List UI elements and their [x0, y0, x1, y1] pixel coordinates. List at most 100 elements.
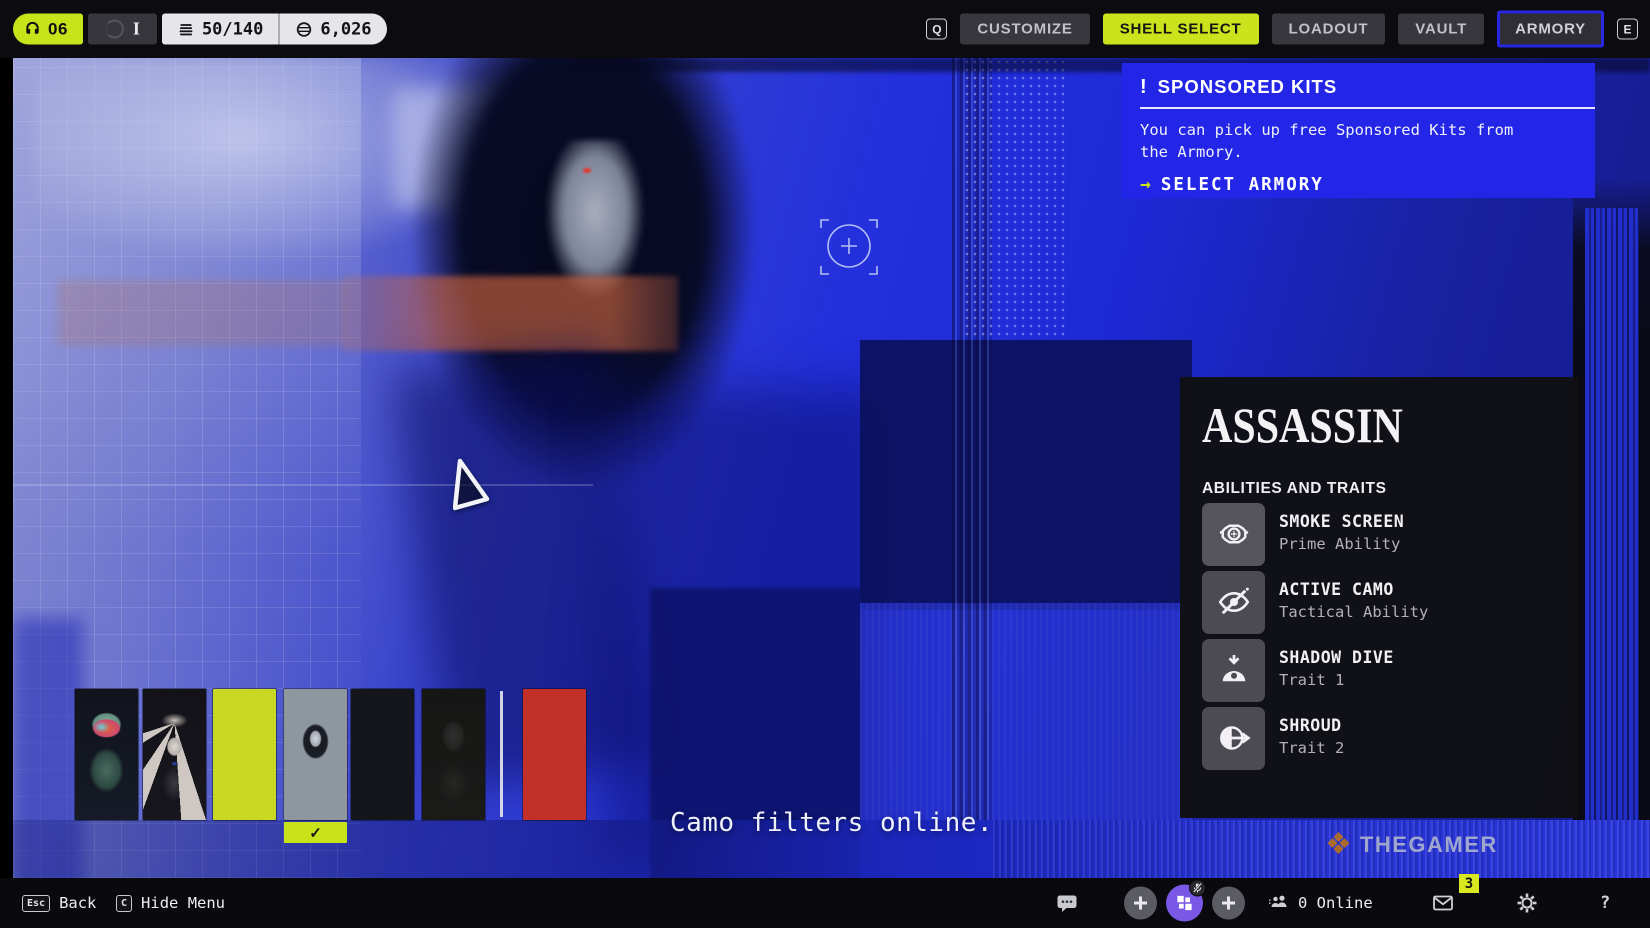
status-message: Camo filters online. — [670, 808, 993, 838]
people-icon — [1268, 894, 1289, 912]
header-rule — [1140, 107, 1595, 109]
key-hint-q: Q — [926, 19, 947, 40]
select-armory-label: SELECT ARMORY — [1161, 175, 1324, 195]
main-tab-bar: Q CUSTOMIZE SHELL SELECT LOADOUT VAULT A… — [926, 11, 1638, 48]
scene-art-layer — [343, 276, 678, 351]
back-label: Back — [59, 894, 96, 912]
mail-button[interactable] — [1432, 893, 1454, 913]
alert-glyph: ! — [1140, 76, 1147, 99]
shell-roster: ✓ — [75, 689, 586, 820]
add-slot-icon — [1133, 896, 1148, 911]
shell-thumb-dome-helmet-flag[interactable] — [523, 689, 586, 820]
chat-bubble-icon — [1056, 893, 1078, 914]
tab-shell-select[interactable]: SHELL SELECT — [1103, 14, 1259, 45]
ability-row-smoke-screen: SMOKE SCREEN Prime Ability — [1202, 503, 1578, 566]
online-counter[interactable]: 0 Online — [1268, 894, 1373, 912]
hide-menu-button[interactable]: C Hide Menu — [116, 894, 225, 912]
shell-thumb-crowned-pale-figure[interactable] — [143, 689, 206, 820]
shroud-orb-icon — [1202, 707, 1265, 770]
chat-button[interactable] — [1056, 893, 1078, 914]
sponsored-kits-panel: ! SPONSORED KITS You can pick up free Sp… — [1122, 63, 1595, 198]
watermark-label: THEGAMER — [1360, 832, 1498, 858]
ability-text: SHADOW DIVE Trait 1 — [1279, 639, 1394, 702]
credits-counter: 6,026 — [280, 14, 386, 45]
bottom-bar: Esc Back C Hide Menu 0 Online 3 ? — [0, 878, 1650, 928]
reticle-marker — [819, 218, 879, 276]
coin-icon — [295, 20, 313, 38]
selected-shell-slot: ✓ — [284, 689, 347, 820]
level-badge: 06 — [13, 14, 83, 45]
check-icon: ✓ — [309, 824, 322, 842]
sponsored-kits-header: ! SPONSORED KITS — [1140, 76, 1577, 99]
sponsored-kits-title: SPONSORED KITS — [1158, 76, 1338, 98]
stack-icon — [177, 20, 195, 38]
esc-keycap: Esc — [22, 895, 50, 912]
sponsored-kits-body: You can pick up free Sponsored Kits from… — [1140, 120, 1532, 163]
shell-details-panel: ASSASSIN ABILITIES AND TRAITS SMOKE SCRE… — [1180, 377, 1578, 818]
ability-name: SMOKE SCREEN — [1279, 512, 1404, 531]
roster-divider — [500, 691, 503, 817]
key-hint-e: E — [1617, 19, 1638, 40]
shell-preview-scene: ! SPONSORED KITS You can pick up free Sp… — [13, 58, 1650, 878]
party-member-avatar[interactable] — [1166, 885, 1203, 922]
add-party-slot-right[interactable] — [1212, 887, 1245, 920]
ring-icon — [105, 20, 124, 39]
mail-count-badge: 3 — [1459, 874, 1479, 893]
envelope-icon — [1432, 893, 1454, 913]
shells-counter: 50/140 — [162, 14, 278, 45]
party-slots — [1124, 885, 1245, 922]
headset-icon — [23, 20, 42, 39]
add-party-slot-left[interactable] — [1124, 887, 1157, 920]
shell-name: ASSASSIN — [1202, 399, 1403, 452]
gear-icon — [1516, 892, 1538, 914]
party-avatar-icon — [1175, 894, 1194, 913]
ability-row-shroud: SHROUD Trait 2 — [1202, 707, 1578, 770]
settings-button[interactable] — [1516, 892, 1538, 914]
ability-text: ACTIVE CAMO Tactical Ability — [1279, 571, 1428, 634]
help-button[interactable]: ? — [1600, 893, 1610, 913]
player-status-group: 06 I 50/140 6,026 — [13, 14, 387, 45]
shell-thumb-cross-faced-android[interactable] — [351, 689, 414, 820]
eye-slash-icon — [1202, 571, 1265, 634]
hide-menu-label: Hide Menu — [141, 894, 225, 912]
mic-muted-icon — [1189, 880, 1206, 897]
shell-thumb-obscured-figure[interactable] — [422, 689, 485, 820]
respirator-icon — [1202, 503, 1265, 566]
tab-customize[interactable]: CUSTOMIZE — [960, 14, 1089, 45]
thegamer-watermark: ❖ THEGAMER — [1325, 830, 1498, 860]
ability-slot: Trait 2 — [1279, 739, 1344, 757]
shell-thumb-pilot-orange-visor[interactable] — [75, 689, 138, 820]
rank-badge: I — [88, 14, 157, 45]
resources-display: 50/140 6,026 — [162, 14, 387, 45]
add-slot-icon — [1221, 896, 1236, 911]
character-eye-glow — [583, 168, 591, 173]
arrow-right-icon: → — [1140, 174, 1151, 195]
tab-vault[interactable]: VAULT — [1398, 14, 1484, 45]
credits-count: 6,026 — [320, 19, 371, 39]
select-armory-link[interactable]: → SELECT ARMORY — [1140, 174, 1577, 195]
online-count-label: 0 Online — [1298, 894, 1373, 912]
ability-text: SMOKE SCREEN Prime Ability — [1279, 503, 1404, 566]
back-button[interactable]: Esc Back — [22, 894, 96, 912]
top-bar: 06 I 50/140 6,026 Q CUSTOMIZE SHELL SELE… — [0, 0, 1650, 58]
level-value: 06 — [48, 19, 68, 39]
scene-art-layer — [993, 820, 1650, 878]
scene-scanline — [13, 484, 593, 486]
scene-halftone-column — [963, 58, 1068, 338]
shadow-dive-icon — [1202, 639, 1265, 702]
ability-row-shadow-dive: SHADOW DIVE Trait 1 — [1202, 639, 1578, 702]
shell-thumb-hooded-assassin-selected[interactable] — [284, 689, 347, 820]
scene-art-layer — [58, 280, 348, 346]
shell-thumb-dark-visor-orange-rig[interactable] — [213, 689, 276, 820]
ability-slot: Prime Ability — [1279, 535, 1404, 553]
ability-name: SHADOW DIVE — [1279, 648, 1394, 667]
ability-slot: Trait 1 — [1279, 671, 1394, 689]
c-keycap: C — [116, 895, 132, 912]
tab-armory[interactable]: ARMORY — [1497, 11, 1604, 48]
tab-loadout[interactable]: LOADOUT — [1272, 14, 1386, 45]
selected-check-indicator: ✓ — [284, 822, 347, 843]
ability-row-active-camo: ACTIVE CAMO Tactical Ability — [1202, 571, 1578, 634]
scene-glitch-column — [1585, 208, 1639, 878]
diamond-cluster-icon: ❖ — [1325, 830, 1352, 860]
ability-name: ACTIVE CAMO — [1279, 580, 1428, 599]
